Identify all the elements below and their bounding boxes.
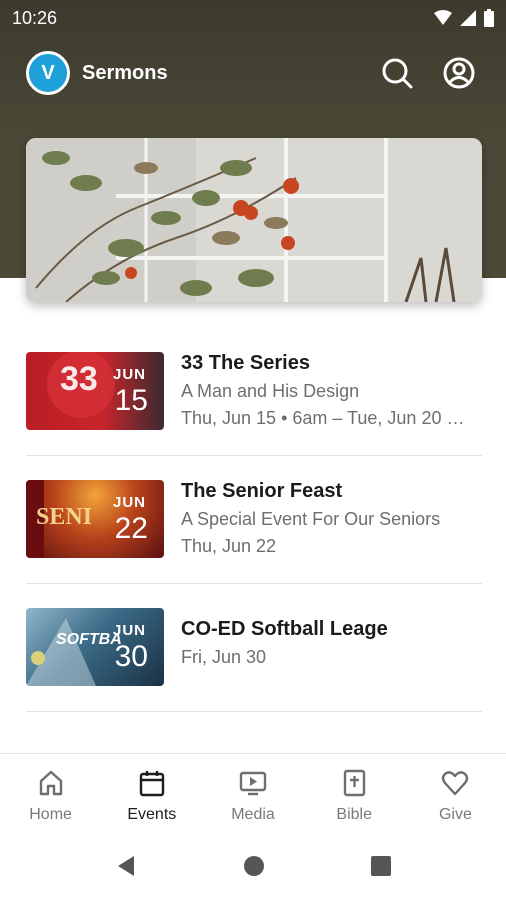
svg-text:33: 33 — [60, 360, 98, 398]
status-icons — [434, 9, 494, 27]
event-text: The Senior Feast A Special Event For Our… — [181, 480, 482, 557]
account-icon — [443, 57, 475, 89]
event-date: Thu, Jun 22 — [181, 536, 277, 556]
thumb-month: JUN — [112, 622, 146, 639]
event-row[interactable]: SENI JUN 22 The Senior Feast A Special E… — [26, 456, 482, 584]
search-icon — [382, 58, 413, 89]
signal-icon — [460, 10, 476, 26]
app-logo[interactable]: V — [26, 51, 70, 95]
event-text: CO-ED Softball Leage Fri, Jun 30 — [181, 618, 482, 668]
home-icon — [39, 770, 62, 796]
event-title: 33 The Series — [181, 352, 310, 374]
home-circle-icon[interactable] — [242, 854, 266, 878]
logo-letter: V — [41, 62, 55, 84]
wifi-icon — [434, 10, 452, 25]
search-button[interactable] — [380, 56, 414, 90]
nav-label: Bible — [336, 806, 372, 823]
account-button[interactable] — [442, 56, 476, 90]
event-thumbnail: 33 JUN 15 — [26, 352, 164, 430]
battery-icon — [484, 9, 494, 27]
thumb-month: JUN — [112, 494, 146, 511]
thumb-day: 30 — [114, 640, 148, 673]
nav-label: Give — [438, 806, 472, 823]
plant-trellis-image — [26, 138, 482, 302]
nav-label: Home — [29, 806, 72, 823]
system-nav-bar — [0, 832, 506, 900]
event-title: The Senior Feast — [181, 480, 343, 502]
event-row[interactable]: 33 JUN 15 33 The Series A Man and His De… — [26, 328, 482, 456]
status-time: 10:26 — [12, 8, 58, 28]
svg-text:SOFTBA: SOFTBA — [56, 631, 122, 648]
nav-bible[interactable]: Bible — [304, 754, 405, 831]
back-icon[interactable] — [114, 854, 138, 878]
event-thumbnail: SOFTBA JUN 30 — [26, 608, 164, 686]
hero-image[interactable] — [26, 138, 482, 302]
thumb-month: JUN — [112, 366, 146, 383]
nav-media[interactable]: Media — [202, 754, 303, 831]
page-title: Sermons — [82, 62, 168, 84]
event-subtitle: A Special Event For Our Seniors — [181, 509, 441, 529]
event-date: Fri, Jun 30 — [181, 647, 267, 667]
calendar-icon — [139, 771, 164, 797]
event-text: 33 The Series A Man and His Design Thu, … — [181, 352, 482, 429]
bible-icon — [344, 769, 366, 797]
nav-label: Events — [127, 806, 177, 823]
event-title: CO-ED Softball Leage — [181, 618, 388, 640]
svg-text:SENI: SENI — [36, 504, 92, 530]
event-list: 33 JUN 15 33 The Series A Man and His De… — [26, 328, 482, 712]
recents-icon[interactable] — [369, 854, 393, 878]
nav-label: Media — [231, 806, 275, 823]
event-date: Thu, Jun 15 • 6am – Tue, Jun 20 … — [181, 408, 465, 428]
nav-home[interactable]: Home — [0, 754, 101, 831]
event-row[interactable]: SOFTBA JUN 30 CO-ED Softball Leage Fri, … — [26, 584, 482, 712]
event-thumbnail: SENI JUN 22 — [26, 480, 164, 558]
nav-give[interactable]: Give — [405, 754, 506, 831]
heart-icon — [442, 771, 469, 796]
status-bar: 10:26 — [0, 0, 506, 36]
event-subtitle: A Man and His Design — [181, 381, 360, 401]
thumb-day: 22 — [114, 512, 148, 545]
nav-events[interactable]: Events — [101, 754, 202, 831]
app-header: V Sermons — [0, 46, 506, 104]
media-icon — [239, 771, 267, 796]
thumb-day: 15 — [114, 384, 148, 417]
bottom-nav: Home Events Media Bible Give — [0, 753, 506, 831]
